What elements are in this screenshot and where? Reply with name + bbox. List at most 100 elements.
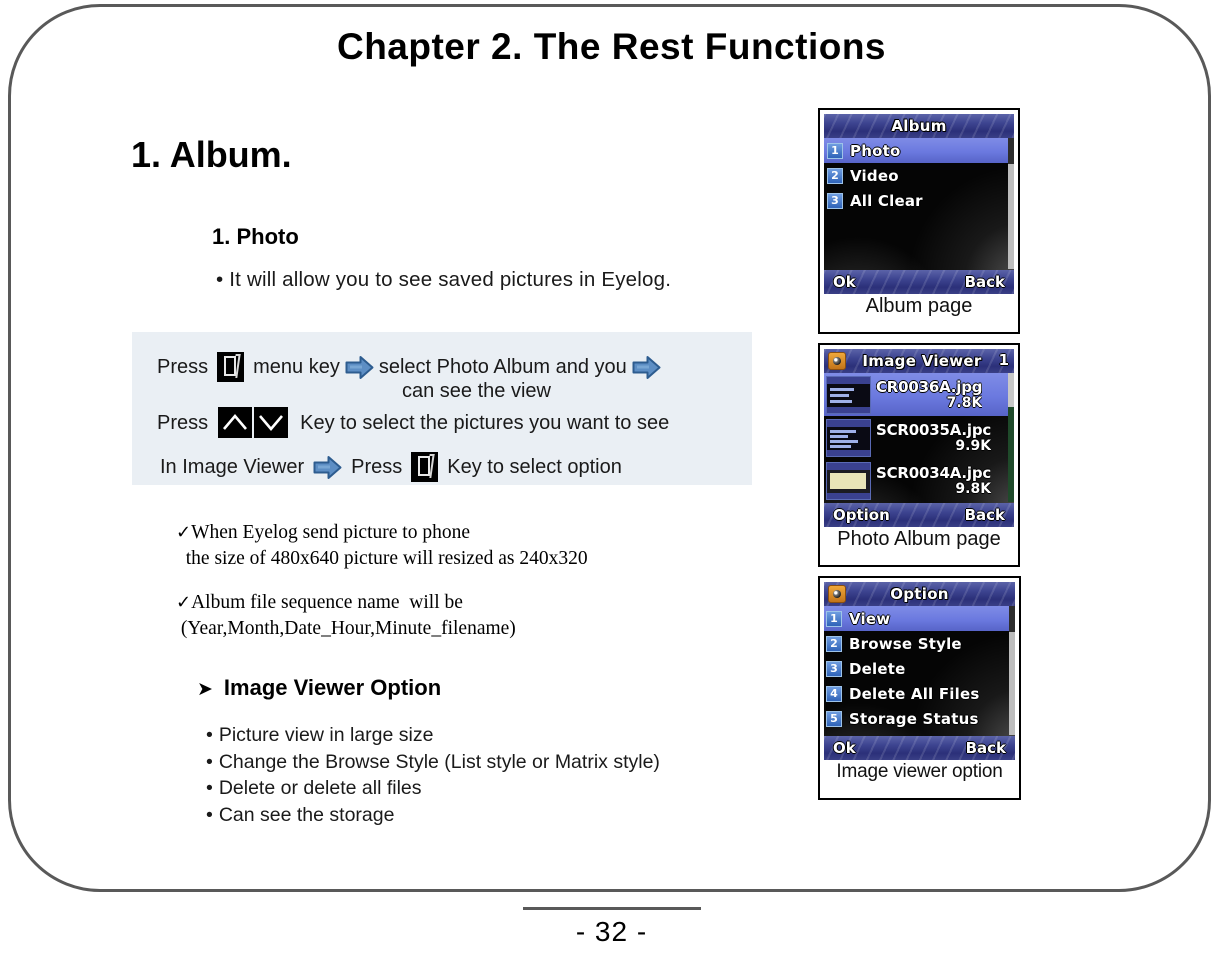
menu-item-label: Delete All Files (849, 684, 980, 703)
scrollbar[interactable] (1008, 373, 1014, 502)
phone-caption-photo-album: Photo Album page (837, 528, 1001, 550)
menu-item-number: 1 (826, 610, 842, 627)
option-item-delete[interactable]: 3 Delete (824, 656, 1015, 681)
page-title: Chapter 2. The Rest Functions (336, 26, 886, 67)
file-row-2[interactable]: SCR0035A.jpc 9.9K (824, 416, 1014, 459)
option-item-storage-status[interactable]: 5 Storage Status (824, 706, 1015, 731)
phone-titlebar: Image Viewer 1 (824, 349, 1014, 373)
note-line-1: Album file sequence name will be (191, 592, 463, 613)
instruction-panel: Press menu key select Photo Album and yo… (132, 332, 752, 485)
file-size: 9.9K (955, 438, 992, 454)
softkey-left[interactable]: Option (833, 506, 890, 524)
scrollbar-thumb[interactable] (1008, 373, 1014, 407)
softkey-right[interactable]: Back (965, 273, 1005, 291)
image-viewer-option-heading: ➤ Image Viewer Option (197, 675, 441, 701)
menu-item-label: View (849, 609, 891, 628)
menu-item-number: 2 (826, 635, 842, 652)
scrollbar-thumb[interactable] (1008, 138, 1014, 164)
press-label-3: Press (351, 456, 403, 478)
instruction-row3-lead: In Image Viewer (160, 456, 305, 478)
note-block-1: ✓When Eyelog send picture to phone the s… (176, 520, 588, 571)
image-viewer-option-heading-text: Image Viewer Option (223, 675, 442, 700)
instruction-text-1: select Photo Album and you (378, 356, 627, 378)
note-line-2: (Year,Month,Date_Hour,Minute_filename) (176, 617, 516, 639)
phone-titlebar: Option (824, 582, 1015, 606)
titlebar-title: Album (891, 117, 947, 135)
scrollbar[interactable] (1009, 606, 1015, 735)
file-thumbnail (826, 461, 871, 500)
menu-item-video[interactable]: 2 Video (824, 163, 1014, 188)
press-label-2: Press (157, 411, 209, 434)
bullet-icon: • (206, 750, 213, 773)
instruction-row-1-wrapped: can see the view (402, 380, 551, 402)
softkey-right[interactable]: Back (965, 506, 1005, 524)
instruction-row-1: Press menu key select Photo Album and yo… (157, 352, 666, 382)
menu-key-icon (217, 352, 245, 382)
section-heading: 1. Album. (131, 134, 292, 175)
option-item-view[interactable]: 1 View (824, 606, 1015, 631)
image-viewer-option-list: • Picture view in large size • Change the … (206, 722, 660, 829)
phone-screen-option: Option 1 View 2 Browse Style 3 Delete 4 … (824, 582, 1015, 760)
camera-icon (828, 352, 846, 370)
phone-caption-album: Album page (865, 295, 973, 317)
file-info: SCR0035A.jpc 9.9K (876, 421, 992, 454)
phone-screen-photo-album: Image Viewer 1 CR0036A.jpg 7.8K SCR0035A… (824, 349, 1014, 527)
instruction-row-3: In Image Viewer Press Key to select opti… (160, 452, 622, 482)
menu-item-number: 5 (826, 710, 842, 727)
scrollbar[interactable] (1008, 138, 1014, 269)
bullet-icon: • (206, 804, 213, 827)
phone-softkey-bar: Option Back (824, 503, 1014, 527)
instruction-text-2: Key to select the pictures you want to s… (300, 411, 670, 434)
file-info: CR0036A.jpg 7.8K (876, 379, 982, 410)
phone-file-list: CR0036A.jpg 7.8K SCR0035A.jpc 9.9K SCR00… (824, 373, 1014, 502)
phone-screen-album: Album 1 Photo 2 Video 3 All Clear Ok Bac… (824, 114, 1014, 294)
subsection-bullet-text: • It will allow you to see saved picture… (216, 268, 672, 291)
phone-menu-list: 1 Photo 2 Video 3 All Clear (824, 138, 1014, 269)
option-item-delete-all-files[interactable]: 4 Delete All Files (824, 681, 1015, 706)
softkey-left[interactable]: Ok (833, 739, 856, 757)
menu-item-label: All Clear (850, 191, 923, 210)
menu-item-label: Photo (850, 141, 901, 160)
phone-screenshot-album: Album 1 Photo 2 Video 3 All Clear Ok Bac… (818, 108, 1020, 334)
list-item: • Picture view in large size (206, 722, 660, 749)
menu-key-icon (411, 452, 439, 482)
menu-item-label: Storage Status (849, 709, 979, 728)
softkey-left[interactable]: Ok (833, 273, 856, 291)
instruction-row-2: Press Key to select the pictures you wan… (157, 407, 669, 438)
menu-item-number: 4 (826, 685, 842, 702)
softkey-right[interactable]: Back (966, 739, 1006, 757)
scrollbar-thumb[interactable] (1009, 606, 1015, 632)
file-row-3[interactable]: SCR0034A.jpc 9.8K (824, 459, 1014, 502)
right-arrow-icon (345, 355, 374, 380)
list-item: • Can see the storage (206, 802, 660, 829)
phone-softkey-bar: Ok Back (824, 736, 1015, 760)
file-name: SCR0035A.jpc (876, 421, 992, 439)
menu-item-all-clear[interactable]: 3 All Clear (824, 188, 1014, 213)
menu-key-label: menu key (253, 356, 340, 378)
menu-item-photo[interactable]: 1 Photo (824, 138, 1014, 163)
option-item-browse-style[interactable]: 2 Browse Style (824, 631, 1015, 656)
phone-screenshot-photo-album: Image Viewer 1 CR0036A.jpg 7.8K SCR0035A… (818, 343, 1020, 567)
menu-item-label: Video (850, 166, 899, 185)
scrollbar-track-lower (1008, 407, 1014, 502)
file-thumbnail (826, 418, 871, 457)
phone-softkey-bar: Ok Back (824, 270, 1014, 294)
phone-caption-image-viewer-option: Image viewer option (836, 761, 1003, 782)
file-thumbnail (826, 375, 871, 414)
page-number: - 32 - (575, 916, 648, 947)
up-arrow-key-icon (218, 407, 253, 438)
arrow-bullet-icon: ➤ (197, 678, 213, 700)
right-arrow-icon (313, 455, 342, 480)
menu-item-number: 3 (827, 192, 843, 209)
menu-item-label: Browse Style (849, 634, 962, 653)
list-item-label: Delete or delete all files (218, 777, 422, 800)
right-arrow-icon (632, 355, 661, 380)
phone-titlebar: Album (824, 114, 1014, 138)
list-item: • Delete or delete all files (206, 775, 660, 802)
note-line-1: When Eyelog send picture to phone (191, 522, 470, 543)
file-row-1[interactable]: CR0036A.jpg 7.8K (824, 373, 1014, 416)
phone-menu-list: 1 View 2 Browse Style 3 Delete 4 Delete … (824, 606, 1015, 735)
titlebar-index: 1 (998, 351, 1009, 369)
phone-screenshot-image-viewer-option: Option 1 View 2 Browse Style 3 Delete 4 … (818, 576, 1021, 800)
bullet-icon: • (206, 777, 213, 800)
